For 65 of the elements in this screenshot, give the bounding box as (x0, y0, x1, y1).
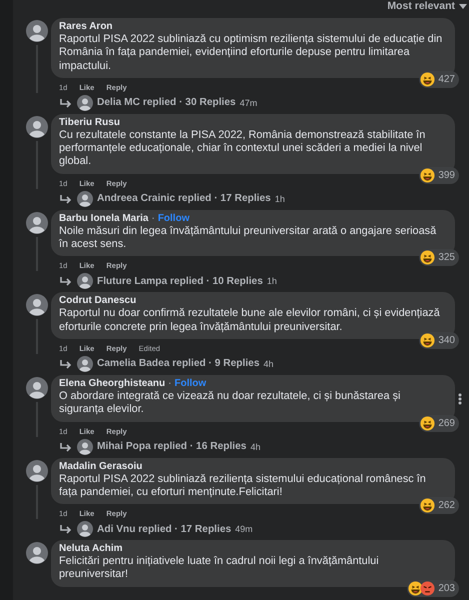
reaction-badge[interactable]: 203 (407, 580, 459, 597)
author-name[interactable]: Elena Gheorghisteanu (59, 378, 166, 389)
reply-time: 4h (264, 358, 274, 369)
laughing-emoji-icon (420, 250, 436, 266)
avatar (77, 356, 93, 372)
view-replies-link[interactable]: Andreea Crainic replied · 17 Replies (97, 193, 271, 204)
reply-time: 4h (250, 442, 260, 452)
laughing-emoji-icon (420, 72, 436, 87)
avatar[interactable] (26, 294, 48, 316)
reply-arrow-icon (59, 98, 73, 108)
separator-dot: · (151, 212, 155, 224)
view-replies-link[interactable]: Adi Vnu replied · 17 Replies (97, 524, 232, 535)
avatar[interactable] (26, 376, 48, 399)
caret-icon (459, 4, 467, 8)
author-name[interactable]: Neluta Achim (59, 543, 123, 554)
comment-text: Noile măsuri din legea învățământului preuniversitar arată o angajare serioasă în acest sens. (59, 224, 438, 252)
reaction-badge[interactable]: 262 (419, 497, 459, 514)
reaction-badge[interactable]: 399 (419, 166, 459, 184)
author-name[interactable]: Barbu Ionela Maria (59, 212, 148, 224)
reaction-badge[interactable]: 325 (419, 249, 459, 266)
avatar (77, 521, 93, 538)
comment-text: Raportul PISA 2022 subliniază cu optimism reziliența sistemului de educație din România în fața pandemiei, evidențiind eforturile depuse pentru limitarea impactului. (59, 33, 444, 73)
angry-emoji-icon (420, 580, 436, 596)
avatar[interactable] (26, 20, 48, 42)
comment-text: O abordare integrată ce vizează nu doar rezultatele, ci și bunăstarea și siguranța elevilor. (59, 390, 402, 417)
author-name[interactable]: Madalin Gerasoiu (59, 460, 142, 472)
sort-dropdown[interactable]: Most relevant (387, 0, 469, 12)
more-options-icon[interactable] (458, 392, 462, 405)
view-replies-link[interactable]: Delia MC replied · 30 Replies (97, 97, 236, 108)
comment-text: Cu rezultatele constante la PISA 2022, România demonstrează stabilitate în performanțele educaționale, chiar în contextul unei scăderi a mediei la nivel global. (59, 128, 426, 169)
reply-arrow-icon (59, 194, 73, 204)
author-name[interactable]: Rares Aron (59, 21, 113, 32)
view-replies-link[interactable]: Fluture Lampa replied · 10 Replies (97, 276, 263, 287)
reaction-badge[interactable]: 340 (419, 332, 459, 349)
reply-arrow-icon (59, 358, 73, 369)
separator-dot: · (168, 378, 172, 389)
author-name[interactable]: Codrut Danescu (59, 295, 136, 306)
reply-arrow-icon (59, 276, 73, 286)
view-replies-link[interactable]: Camelia Badea replied · 9 Replies (97, 358, 260, 370)
avatar[interactable] (26, 212, 48, 234)
laughing-emoji-icon (420, 168, 436, 183)
reaction-badge[interactable]: 427 (419, 70, 459, 88)
reaction-badge[interactable]: 269 (419, 414, 459, 432)
comment-text: Felicitări pentru inițiativele luate în cadrul noii legi a învățământului preuniversitar! (59, 555, 380, 582)
avatar (77, 190, 93, 207)
reply-time: 47m (240, 98, 258, 108)
laughing-emoji-icon (420, 416, 436, 431)
avatar (77, 94, 93, 111)
reply-time: 49m (235, 524, 253, 534)
reply-arrow-icon (59, 524, 73, 534)
reply-time: 1h (266, 276, 277, 286)
avatar[interactable] (26, 542, 48, 564)
view-replies-link[interactable]: Mihai Popa replied · 16 Replies (97, 441, 246, 452)
avatar[interactable] (26, 460, 48, 482)
avatar (77, 273, 93, 290)
author-name[interactable]: Tiberiu Rusu (59, 116, 120, 128)
comment-text: Raportul nu doar confirmă rezultatele bune ale elevilor români, ci și evidențiază eforturile concrete prin legea învățământului preuniversitar. (59, 307, 441, 334)
laughing-emoji-icon (420, 332, 436, 348)
avatar (77, 438, 93, 455)
avatar[interactable] (26, 116, 48, 138)
laughing-emoji-icon (408, 580, 424, 596)
reply-time: 1h (274, 194, 285, 204)
laughing-emoji-icon (420, 498, 436, 514)
reply-arrow-icon (59, 442, 73, 452)
comment-text: Raportul PISA 2022 subliniază reziliența sistemului educațional românesc în fața pandemiei, cu eforturi menținute.Felicitari! (59, 472, 427, 500)
